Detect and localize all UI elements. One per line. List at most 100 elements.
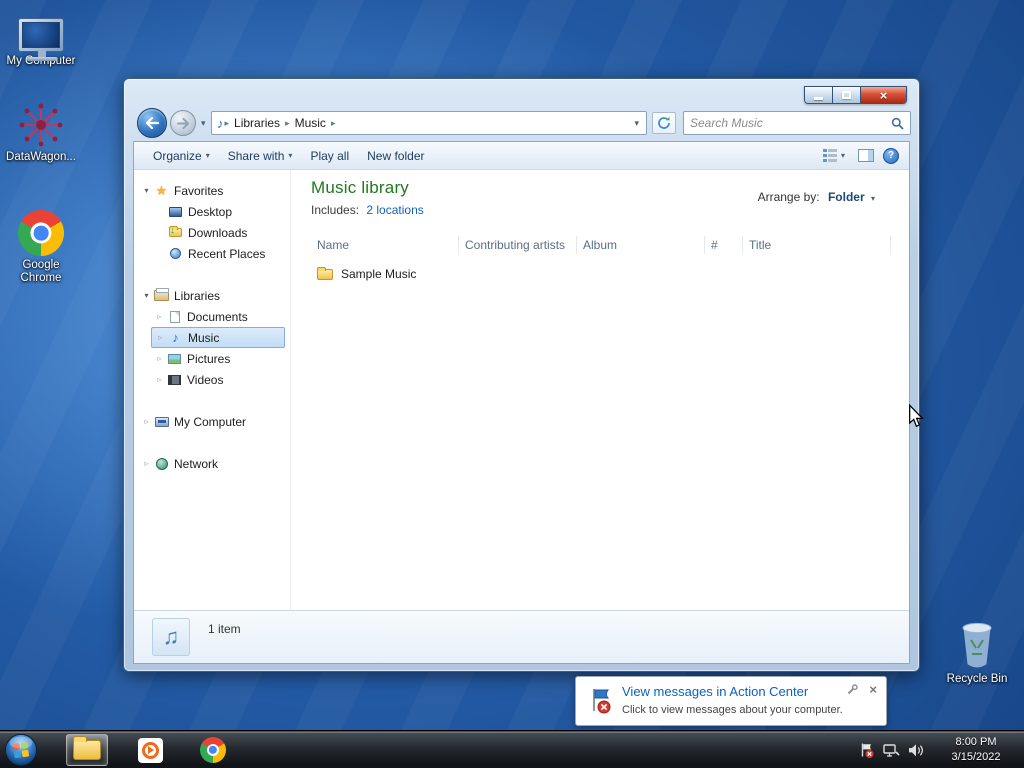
sidebar-item-label: Downloads xyxy=(188,225,248,240)
maximize-button[interactable] xyxy=(833,87,861,103)
expander-icon[interactable]: ▹ xyxy=(140,459,153,468)
clock-time: 8:00 PM xyxy=(955,736,997,748)
sidebar-item-pictures[interactable]: ▹ Pictures xyxy=(134,348,290,369)
locations-link[interactable]: 2 locations xyxy=(366,203,423,217)
arrange-by-value: Folder xyxy=(827,190,865,204)
start-button[interactable] xyxy=(4,733,38,768)
search-icon[interactable] xyxy=(891,117,904,130)
play-all-button[interactable]: Play all xyxy=(301,145,358,167)
sidebar-item-videos[interactable]: ▹ Videos xyxy=(134,369,290,390)
navigation-pane: ▾ ★ Favorites Desktop ↓ Downloads Recent… xyxy=(134,170,290,610)
includes-label: Includes: xyxy=(311,203,360,217)
list-item-sample-music[interactable]: Sample Music xyxy=(311,263,591,285)
share-with-button[interactable]: Share with ▾ xyxy=(219,145,302,167)
sidebar-item-label: Pictures xyxy=(187,351,231,366)
sidebar-item-label: Videos xyxy=(187,372,224,387)
play-all-label: Play all xyxy=(310,148,350,163)
sidebar-item-desktop[interactable]: Desktop xyxy=(134,201,290,222)
system-tray xyxy=(859,742,924,762)
forward-arrow-icon xyxy=(176,117,189,129)
close-icon: × xyxy=(879,87,888,103)
volume-tray-icon[interactable] xyxy=(908,743,924,761)
item-name: Sample Music xyxy=(341,267,417,281)
column-headers: Name Contributing artists Album # Title xyxy=(311,234,909,256)
arrange-by-control[interactable]: Arrange by: Folder ▾ xyxy=(758,190,875,204)
desktop-icon-datawagon[interactable]: DataWagon... xyxy=(2,102,80,164)
arrange-by-label: Arrange by: xyxy=(757,190,820,204)
title-bar[interactable] xyxy=(124,79,919,106)
expander-icon[interactable]: ▾ xyxy=(140,186,153,195)
sidebar-item-label: Recent Places xyxy=(188,246,266,261)
column-header-album[interactable]: Album xyxy=(577,236,705,254)
taskbar-explorer-button[interactable] xyxy=(66,734,108,766)
computer-icon xyxy=(153,416,170,427)
expander-icon[interactable]: ▾ xyxy=(140,291,153,300)
action-center-tray-icon[interactable] xyxy=(859,742,875,762)
notification-close-icon[interactable]: × xyxy=(869,683,877,696)
chevron-down-icon: ▾ xyxy=(205,151,210,160)
desktop-icon-label: DataWagon... xyxy=(6,151,76,163)
new-folder-button[interactable]: New folder xyxy=(358,145,433,167)
address-dropdown-icon[interactable]: ▾ xyxy=(634,118,641,129)
desktop-icon-my-computer[interactable]: My Computer xyxy=(2,6,80,68)
back-button[interactable] xyxy=(137,108,167,138)
breadcrumb-libraries[interactable]: Libraries xyxy=(230,116,284,130)
notification-body[interactable]: Click to view messages about your comput… xyxy=(622,704,843,716)
change-view-button[interactable]: ▾ xyxy=(819,145,849,166)
sidebar-item-favorites[interactable]: ▾ ★ Favorites xyxy=(134,180,290,201)
command-bar: Organize ▾ Share with ▾ Play all New fol… xyxy=(134,142,909,170)
organize-button[interactable]: Organize ▾ xyxy=(144,145,219,167)
taskbar-clock[interactable]: 8:00 PM 3/15/2022 xyxy=(932,735,1020,765)
sidebar-item-label: Favorites xyxy=(174,183,224,198)
network-icon xyxy=(153,457,170,470)
maximize-icon xyxy=(842,91,851,99)
sidebar-item-music[interactable]: ▹ ♪ Music xyxy=(151,327,285,348)
music-library-large-icon: ♫ xyxy=(152,618,190,656)
column-header-name[interactable]: Name xyxy=(311,236,459,254)
folder-icon xyxy=(317,266,333,280)
chrome-icon xyxy=(2,210,80,256)
help-button[interactable]: ? xyxy=(883,147,899,164)
taskbar-media-player-button[interactable] xyxy=(129,734,171,766)
address-bar[interactable]: ♪ ▸ Libraries ▸ Music ▸ ▾ xyxy=(211,111,647,135)
notification-title[interactable]: View messages in Action Center xyxy=(622,684,808,699)
expander-icon[interactable]: ▹ xyxy=(153,312,166,321)
desktop-icon-google-chrome[interactable]: Google Chrome xyxy=(2,210,80,285)
sidebar-item-libraries[interactable]: ▾ Libraries xyxy=(134,285,290,306)
datawagon-icon xyxy=(2,102,80,148)
desktop-icon-recycle-bin[interactable]: Recycle Bin xyxy=(938,622,1016,686)
history-dropdown-icon[interactable]: ▾ xyxy=(201,118,206,129)
sidebar-item-documents[interactable]: ▹ Documents xyxy=(134,306,290,327)
documents-icon xyxy=(166,310,183,323)
sidebar-item-my-computer[interactable]: ▹ My Computer xyxy=(134,411,290,432)
expander-icon[interactable]: ▹ xyxy=(154,333,167,342)
preview-pane-button[interactable] xyxy=(858,149,874,162)
search-input[interactable] xyxy=(690,116,891,130)
sidebar-item-downloads[interactable]: ↓ Downloads xyxy=(134,222,290,243)
window-client-area: Organize ▾ Share with ▾ Play all New fol… xyxy=(133,141,910,664)
search-box xyxy=(683,111,911,135)
caption-buttons: × xyxy=(804,86,907,104)
organize-label: Organize xyxy=(153,148,202,163)
network-tray-icon[interactable] xyxy=(883,743,900,761)
sidebar-item-network[interactable]: ▹ Network xyxy=(134,453,290,474)
close-button[interactable]: × xyxy=(861,87,906,103)
includes-line: Includes: 2 locations xyxy=(311,203,909,217)
forward-button[interactable] xyxy=(170,110,196,136)
expander-icon[interactable]: ▹ xyxy=(153,354,166,363)
refresh-button[interactable] xyxy=(652,112,676,134)
wrench-icon[interactable] xyxy=(847,684,858,698)
breadcrumb-separator-icon: ▸ xyxy=(330,117,336,128)
column-header-contributing-artists[interactable]: Contributing artists xyxy=(459,236,577,254)
details-pane: ♫ 1 item xyxy=(134,610,909,663)
taskbar-chrome-button[interactable] xyxy=(192,734,234,766)
column-header-title[interactable]: Title xyxy=(743,236,891,254)
column-header-number[interactable]: # xyxy=(705,236,743,254)
sidebar-item-recent-places[interactable]: Recent Places xyxy=(134,243,290,264)
expander-icon[interactable]: ▹ xyxy=(140,417,153,426)
minimize-button[interactable] xyxy=(805,87,833,103)
expander-icon[interactable]: ▹ xyxy=(153,375,166,384)
action-center-flag-icon xyxy=(588,687,614,718)
breadcrumb-music[interactable]: Music xyxy=(291,116,330,130)
taskbar: 8:00 PM 3/15/2022 xyxy=(0,730,1024,768)
